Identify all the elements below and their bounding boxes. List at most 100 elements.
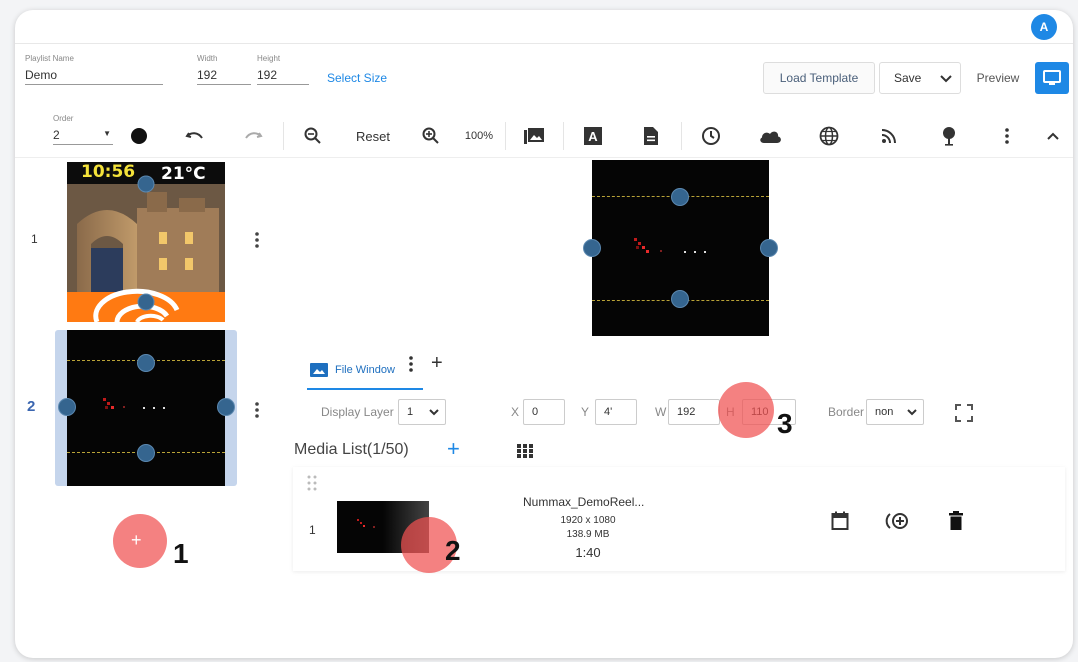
svg-text:A: A bbox=[588, 129, 598, 144]
media-size: 138.9 MB bbox=[566, 529, 610, 540]
order-value: 2 bbox=[53, 128, 60, 142]
border-select[interactable]: non bbox=[866, 399, 924, 425]
x-input[interactable]: 0 bbox=[523, 399, 565, 425]
calendar-icon bbox=[831, 511, 849, 530]
callout-label-2: 2 bbox=[445, 535, 461, 566]
more-icon bbox=[1005, 128, 1009, 144]
resize-handle-left[interactable] bbox=[58, 398, 76, 416]
resize-handle-left[interactable] bbox=[583, 239, 601, 257]
more-icon bbox=[255, 232, 259, 248]
add-scene-button[interactable] bbox=[937, 124, 961, 148]
add-media-button[interactable]: + bbox=[447, 438, 460, 460]
add-web-button[interactable] bbox=[817, 124, 841, 148]
page-thumbnail-1[interactable]: 10:56 21°C bbox=[67, 162, 225, 322]
collapse-toolbar-button[interactable] bbox=[1043, 124, 1063, 148]
page-2-canvas bbox=[58, 330, 235, 486]
display-layer-value: 1 bbox=[407, 406, 414, 418]
user-avatar[interactable]: A bbox=[1031, 14, 1057, 40]
add-text-button[interactable]: A bbox=[581, 124, 605, 148]
resize-handle-right[interactable] bbox=[760, 239, 778, 257]
add-image-button[interactable] bbox=[521, 124, 547, 148]
media-list-item[interactable]: 1 2 Nummax_DemoReel... 1920 x 1080 138.9… bbox=[293, 467, 1065, 573]
preview-button[interactable]: Preview bbox=[970, 62, 1026, 94]
top-bar: A bbox=[15, 10, 1073, 44]
callout-marker-3 bbox=[718, 382, 774, 438]
y-label: Y bbox=[581, 405, 590, 419]
add-document-button[interactable] bbox=[639, 124, 663, 148]
chevron-down-icon bbox=[940, 75, 952, 83]
more-options-button[interactable] bbox=[997, 124, 1017, 148]
more-icon bbox=[255, 402, 259, 418]
resize-handle-bottom[interactable] bbox=[671, 290, 689, 308]
delete-media-button[interactable] bbox=[949, 511, 963, 531]
drag-icon bbox=[307, 475, 317, 491]
save-label: Save bbox=[894, 71, 922, 85]
grid-icon bbox=[517, 444, 533, 458]
undo-button[interactable] bbox=[183, 124, 207, 148]
width-input[interactable]: 192 bbox=[197, 68, 251, 85]
w-input[interactable]: 192 bbox=[668, 399, 720, 425]
media-preview-dots bbox=[357, 519, 375, 528]
page-number: 1 bbox=[31, 232, 38, 246]
media-preview-dots bbox=[634, 238, 706, 253]
w-label: W bbox=[655, 405, 667, 419]
page-number: 2 bbox=[27, 398, 36, 415]
clock-widget: 10:56 bbox=[81, 162, 136, 182]
schedule-button[interactable] bbox=[831, 511, 849, 531]
tab-menu-button[interactable] bbox=[409, 356, 413, 372]
editor-toolbar: Order 2 ▼ Reset 100% A bbox=[15, 114, 1073, 158]
zoom-out-icon bbox=[304, 127, 321, 144]
media-list-title: Media List(1/50) bbox=[294, 441, 409, 458]
media-preview-dots bbox=[103, 398, 165, 409]
redo-button[interactable] bbox=[241, 124, 265, 148]
display-layer-select[interactable]: 1 bbox=[398, 399, 446, 425]
page-1-menu-button[interactable] bbox=[255, 232, 259, 248]
resize-handle-top[interactable] bbox=[671, 188, 689, 206]
reset-button[interactable]: Reset bbox=[351, 124, 395, 148]
drag-handle[interactable] bbox=[307, 475, 317, 491]
caret-down-icon: ▼ bbox=[103, 129, 111, 138]
main-canvas[interactable] bbox=[583, 160, 778, 336]
resize-handle-bottom[interactable] bbox=[137, 444, 155, 462]
add-weather-button[interactable] bbox=[757, 124, 783, 148]
fullscreen-icon bbox=[955, 404, 973, 422]
add-rss-button[interactable] bbox=[877, 124, 901, 148]
media-name: Nummax_DemoReel... bbox=[523, 495, 645, 509]
tab-file-window[interactable]: File Window bbox=[307, 352, 423, 390]
image-icon bbox=[524, 128, 544, 144]
fullscreen-button[interactable] bbox=[955, 404, 973, 422]
select-size-link[interactable]: Select Size bbox=[327, 71, 387, 85]
chevron-down-icon bbox=[907, 409, 917, 416]
duration-button[interactable] bbox=[885, 511, 911, 531]
page-2-menu-button[interactable] bbox=[255, 402, 259, 418]
monitor-icon bbox=[1043, 70, 1061, 85]
trash-icon bbox=[949, 511, 963, 530]
add-window-button[interactable]: + bbox=[431, 352, 443, 375]
tab-label: File Window bbox=[335, 364, 395, 376]
order-select[interactable]: 2 ▼ bbox=[53, 128, 113, 145]
grid-view-button[interactable] bbox=[517, 444, 533, 458]
zoom-out-button[interactable] bbox=[301, 124, 325, 148]
y-input[interactable]: 4' bbox=[595, 399, 637, 425]
playlist-name-label: Playlist Name bbox=[25, 54, 74, 63]
zoom-in-button[interactable] bbox=[419, 124, 443, 148]
page-thumbnail-2-selected[interactable] bbox=[55, 330, 237, 486]
color-picker[interactable] bbox=[127, 124, 151, 148]
undo-icon bbox=[185, 132, 203, 139]
text-icon: A bbox=[584, 127, 602, 145]
callout-label-1: 1 bbox=[173, 538, 189, 569]
border-value: non bbox=[875, 406, 894, 418]
resize-handle-top[interactable] bbox=[137, 354, 155, 372]
height-input[interactable]: 192 bbox=[257, 68, 309, 85]
screen-button[interactable] bbox=[1035, 62, 1069, 94]
media-resolution: 1920 x 1080 bbox=[560, 515, 616, 526]
playlist-name-input[interactable]: Demo bbox=[25, 68, 163, 85]
save-dropdown[interactable]: Save bbox=[879, 62, 961, 94]
resize-handle-right[interactable] bbox=[217, 398, 235, 416]
order-label: Order bbox=[53, 114, 74, 123]
chevron-down-icon bbox=[429, 409, 439, 416]
add-clock-button[interactable] bbox=[699, 124, 723, 148]
add-page-button[interactable]: + bbox=[131, 530, 142, 551]
width-label: Width bbox=[197, 54, 218, 63]
load-template-button[interactable]: Load Template bbox=[763, 62, 875, 94]
